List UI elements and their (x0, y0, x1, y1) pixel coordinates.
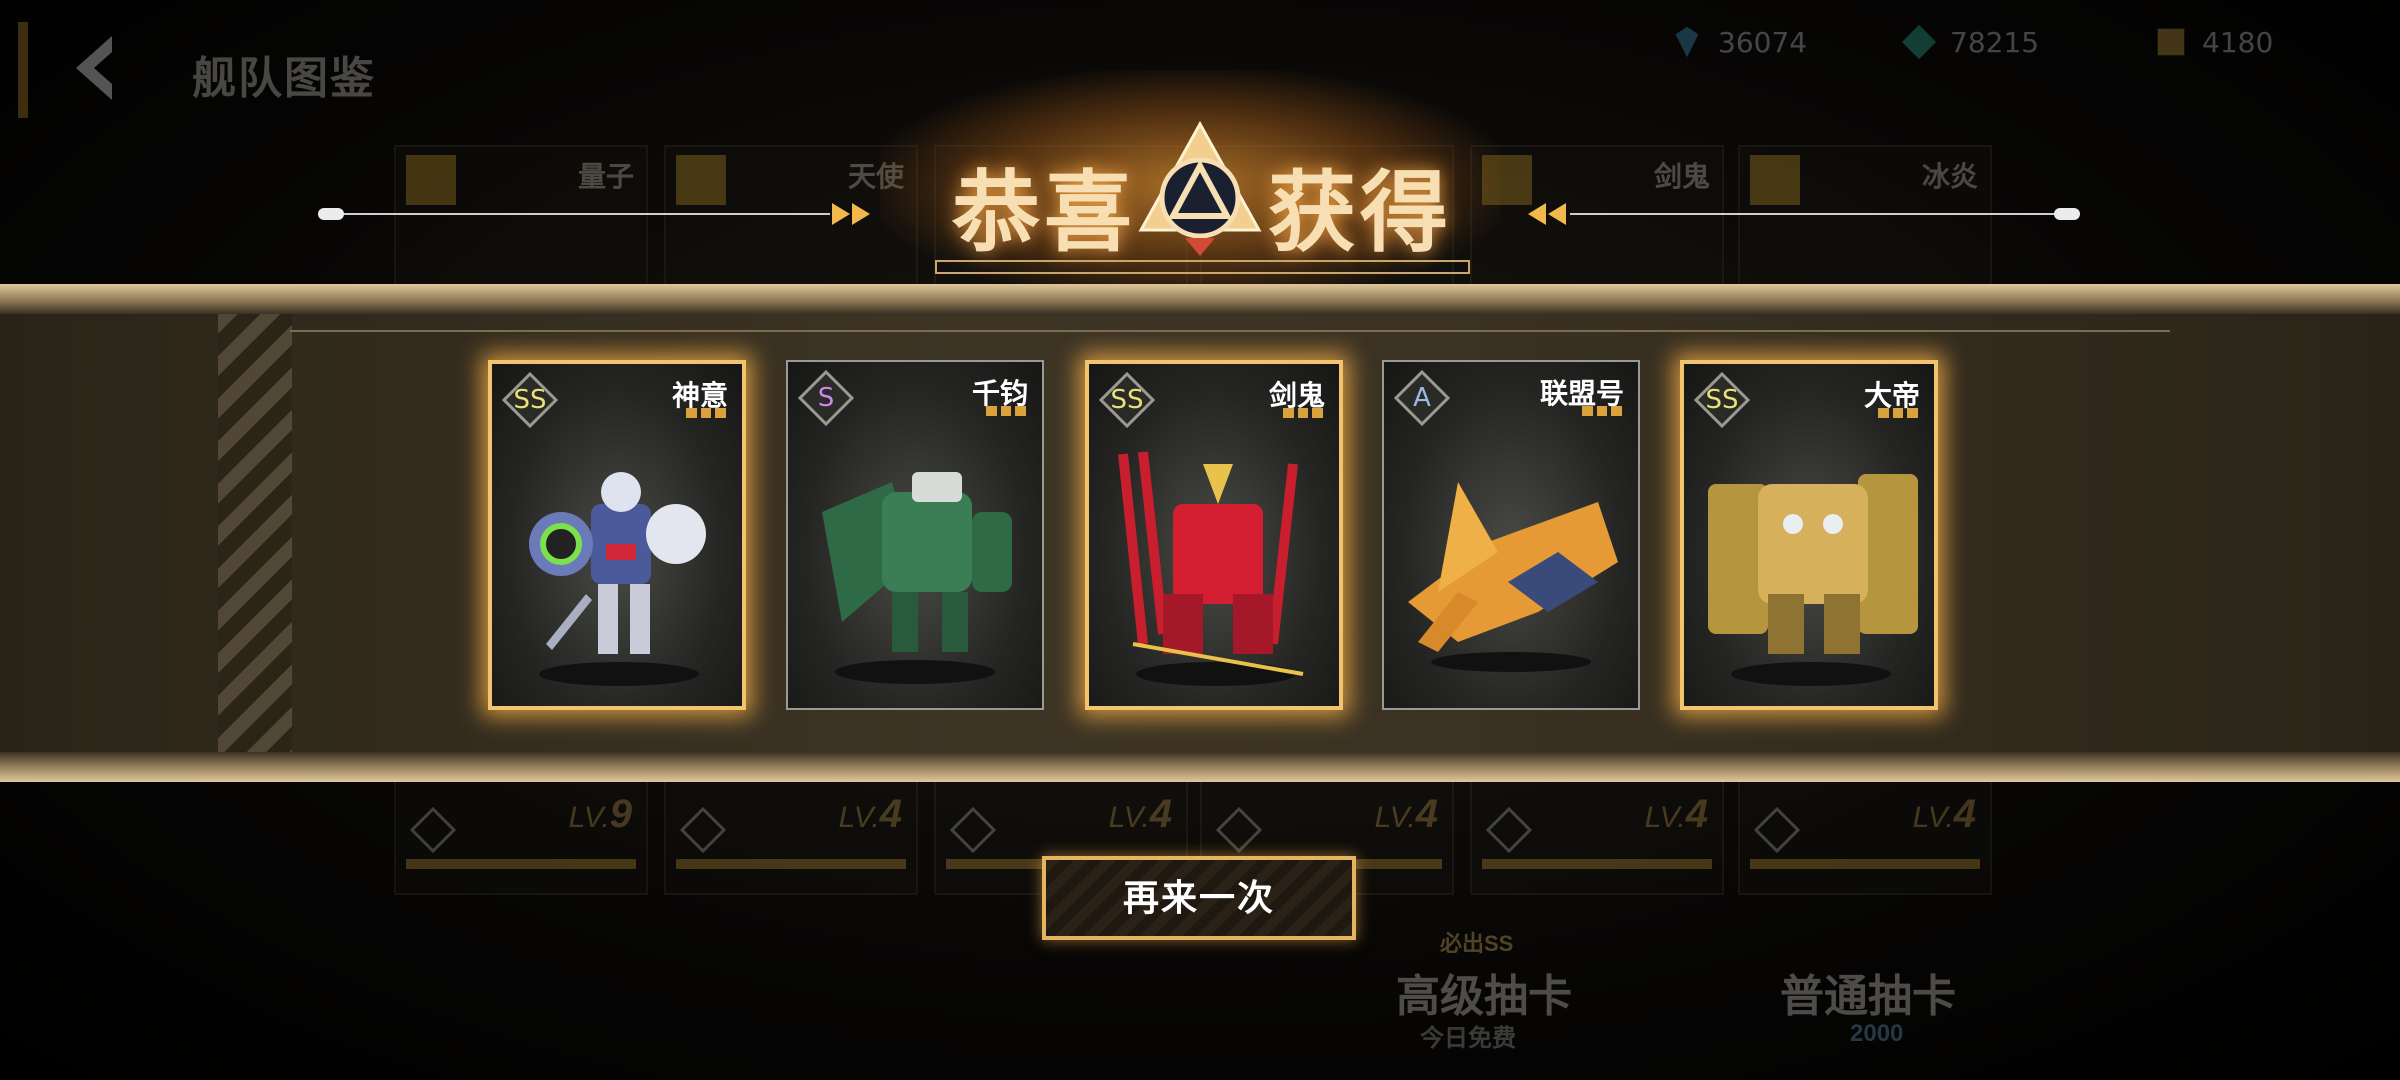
banner-underline (935, 260, 1470, 274)
rarity-badge-icon: A (1393, 369, 1451, 427)
premium-draw-label: 高级抽卡 (1396, 972, 1572, 1021)
back-accent-bar (18, 22, 28, 118)
emblem-icon (1138, 120, 1262, 256)
rank-badge-icon (1485, 806, 1533, 854)
banner-right-cap (2054, 208, 2080, 220)
rarity-label: S (817, 383, 835, 413)
mech-portrait-icon (1118, 451, 1304, 686)
currency-ticket: 4180 (2152, 22, 2273, 62)
reward-card[interactable]: S 千钧 (786, 360, 1044, 710)
reward-card[interactable]: SS 剑鬼 (1085, 360, 1343, 710)
rank-badge-icon (409, 806, 457, 854)
star-pips (1878, 408, 1919, 418)
star-pips (1582, 406, 1623, 416)
rank-badge-icon (949, 806, 997, 854)
level-label: LV.4 (1644, 792, 1708, 836)
premium-draw-badge: 必出SS (1440, 931, 1514, 956)
reward-strip-top-edge (0, 284, 2400, 314)
chevron-left-icon (1528, 203, 1566, 225)
progress-bar (1750, 859, 1980, 869)
rarity-badge-icon: SS (1098, 371, 1156, 429)
banner-right-line (1570, 213, 2070, 215)
mech-portrait-icon (822, 472, 1012, 684)
rarity-label: A (1413, 383, 1431, 413)
progress-bar (406, 859, 636, 869)
reward-strip-rule (290, 330, 2170, 332)
rank-badge-icon (1753, 806, 1801, 854)
class-badge-icon (1750, 155, 1800, 205)
back-arrow-icon (76, 36, 112, 100)
chevron-right-icon (832, 203, 870, 225)
rarity-badge-icon: SS (1693, 371, 1751, 429)
progress-bar (676, 859, 906, 869)
star-pips (986, 406, 1027, 416)
currency-diamond: 36074 (1668, 22, 1807, 62)
level-label: LV.4 (1108, 792, 1172, 836)
reward-strip-hatch (218, 314, 292, 754)
spaceship-portrait-icon (1408, 482, 1618, 672)
ticket-icon (2157, 28, 2185, 56)
retry-button[interactable]: 再来一次 (1042, 856, 1356, 940)
level-label: LV.4 (1374, 792, 1438, 836)
level-label: LV.4 (838, 792, 902, 836)
rarity-label: SS (513, 385, 547, 415)
banner-left-line (330, 213, 830, 215)
star-pips (686, 408, 727, 418)
rank-badge-icon (1215, 806, 1263, 854)
diamond-icon (1675, 26, 1699, 58)
rarity-badge-icon: S (797, 369, 855, 427)
normal-draw-cost: 2000 (1850, 1020, 1904, 1047)
page-title: 舰队图鉴 (192, 54, 376, 103)
rank-badge-icon (679, 806, 727, 854)
level-label: LV.9 (568, 792, 632, 836)
back-button[interactable] (60, 28, 140, 108)
currency-crystal: 78215 (1900, 22, 2039, 62)
progress-bar (1482, 859, 1712, 869)
class-badge-icon (406, 155, 456, 205)
banner-left-cap (318, 208, 344, 220)
mech-portrait-icon (1708, 474, 1918, 686)
banner-text-right: 获得 (1268, 163, 1453, 262)
banner-text-left: 恭喜 (952, 163, 1137, 262)
reward-card[interactable]: SS 神意 (488, 360, 746, 710)
rarity-label: SS (1110, 385, 1144, 415)
rarity-label: SS (1705, 385, 1739, 415)
level-label: LV.4 (1912, 792, 1976, 836)
premium-draw-button[interactable]: 必出SS 高级抽卡 今日免费 (1290, 930, 1610, 1052)
mech-portrait-icon (529, 472, 706, 686)
rarity-badge-icon: SS (501, 371, 559, 429)
reward-strip-bottom-edge (0, 752, 2400, 782)
normal-draw-label: 普通抽卡 (1780, 972, 1956, 1021)
star-pips (1283, 408, 1324, 418)
reward-card[interactable]: A 联盟号 (1382, 360, 1640, 710)
crystal-icon (1901, 24, 1937, 60)
premium-draw-sub: 今日免费 (1420, 1025, 1516, 1052)
normal-draw-button[interactable]: 普通抽卡 2000 (1680, 930, 1980, 1050)
class-badge-icon (676, 155, 726, 205)
reward-card[interactable]: SS 大帝 (1680, 360, 1938, 710)
